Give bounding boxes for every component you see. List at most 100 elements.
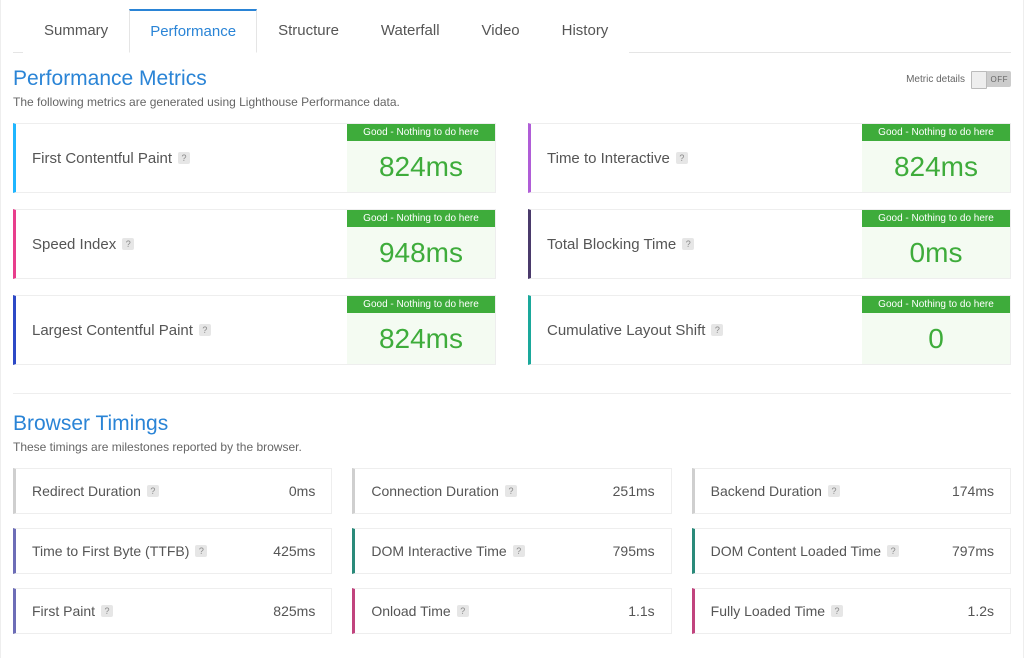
help-icon[interactable]: ? <box>505 485 517 497</box>
timing-label: Backend Duration <box>711 483 822 499</box>
perf-metric-value-box: Good - Nothing to do here 0ms <box>862 210 1010 278</box>
help-icon[interactable]: ? <box>122 238 134 250</box>
perf-metric-value: 948ms <box>347 227 495 278</box>
perf-metric-status: Good - Nothing to do here <box>862 124 1010 141</box>
tab-performance[interactable]: Performance <box>129 9 257 53</box>
timing-label-wrap: Time to First Byte (TTFB) ? <box>32 543 207 559</box>
tab-history[interactable]: History <box>541 9 630 53</box>
perf-metric-card: Cumulative Layout Shift ? Good - Nothing… <box>528 295 1011 365</box>
help-icon[interactable]: ? <box>887 545 899 557</box>
timing-label-wrap: Onload Time ? <box>371 603 468 619</box>
perf-metric-status: Good - Nothing to do here <box>862 296 1010 313</box>
timing-value: 0ms <box>289 483 315 499</box>
help-icon[interactable]: ? <box>828 485 840 497</box>
timing-value: 174ms <box>952 483 994 499</box>
timing-label-wrap: Fully Loaded Time ? <box>711 603 843 619</box>
timing-label: Onload Time <box>371 603 450 619</box>
timings-section-title: Browser Timings <box>13 412 1011 436</box>
help-icon[interactable]: ? <box>195 545 207 557</box>
perf-metric-label-wrap: Total Blocking Time ? <box>531 210 862 278</box>
help-icon[interactable]: ? <box>101 605 113 617</box>
timing-label: First Paint <box>32 603 95 619</box>
timing-card: Time to First Byte (TTFB) ? 425ms <box>13 528 332 574</box>
perf-metric-label-wrap: Cumulative Layout Shift ? <box>531 296 862 364</box>
perf-metric-value-box: Good - Nothing to do here 824ms <box>347 296 495 364</box>
perf-metric-status: Good - Nothing to do here <box>862 210 1010 227</box>
timings-grid: Redirect Duration ? 0ms Connection Durat… <box>13 468 1011 634</box>
timing-card: DOM Content Loaded Time ? 797ms <box>692 528 1011 574</box>
timing-card: Redirect Duration ? 0ms <box>13 468 332 514</box>
help-icon[interactable]: ? <box>178 152 190 164</box>
timing-label: Connection Duration <box>371 483 499 499</box>
metric-details-toggle-label: Metric details <box>906 74 965 85</box>
help-icon[interactable]: ? <box>513 545 525 557</box>
perf-metric-card: Largest Contentful Paint ? Good - Nothin… <box>13 295 496 365</box>
timing-card: Fully Loaded Time ? 1.2s <box>692 588 1011 634</box>
perf-metric-card: Time to Interactive ? Good - Nothing to … <box>528 123 1011 193</box>
tab-bar: Summary Performance Structure Waterfall … <box>13 8 1011 53</box>
perf-metric-label: First Contentful Paint <box>32 150 172 167</box>
timing-card: Onload Time ? 1.1s <box>352 588 671 634</box>
timing-label-wrap: Backend Duration ? <box>711 483 840 499</box>
timing-label: DOM Interactive Time <box>371 543 506 559</box>
timing-label-wrap: Redirect Duration ? <box>32 483 159 499</box>
help-icon[interactable]: ? <box>457 605 469 617</box>
perf-metric-label: Cumulative Layout Shift <box>547 322 705 339</box>
perf-metric-value: 0 <box>862 313 1010 364</box>
timing-value: 1.1s <box>628 603 654 619</box>
timings-section-subtitle: These timings are milestones reported by… <box>13 440 1011 454</box>
perf-metric-card: First Contentful Paint ? Good - Nothing … <box>13 123 496 193</box>
help-icon[interactable]: ? <box>831 605 843 617</box>
metric-details-toggle-wrap: Metric details OFF <box>906 71 1011 87</box>
tab-video[interactable]: Video <box>461 9 541 53</box>
timing-card: DOM Interactive Time ? 795ms <box>352 528 671 574</box>
timing-value: 1.2s <box>968 603 994 619</box>
timing-label: Time to First Byte (TTFB) <box>32 543 189 559</box>
help-icon[interactable]: ? <box>682 238 694 250</box>
timing-card: First Paint ? 825ms <box>13 588 332 634</box>
perf-metric-value-box: Good - Nothing to do here 824ms <box>862 124 1010 192</box>
timing-value: 825ms <box>273 603 315 619</box>
perf-metric-label: Total Blocking Time <box>547 236 676 253</box>
help-icon[interactable]: ? <box>711 324 723 336</box>
timing-label: DOM Content Loaded Time <box>711 543 881 559</box>
perf-metrics-grid: First Contentful Paint ? Good - Nothing … <box>13 123 1011 365</box>
tab-structure[interactable]: Structure <box>257 9 360 53</box>
help-icon[interactable]: ? <box>147 485 159 497</box>
metric-details-toggle[interactable]: OFF <box>971 71 1011 87</box>
timing-label-wrap: Connection Duration ? <box>371 483 517 499</box>
perf-metric-label: Largest Contentful Paint <box>32 322 193 339</box>
timing-label: Fully Loaded Time <box>711 603 825 619</box>
timing-value: 795ms <box>613 543 655 559</box>
perf-metric-label-wrap: Speed Index ? <box>16 210 347 278</box>
tab-summary[interactable]: Summary <box>23 9 129 53</box>
perf-metric-label-wrap: First Contentful Paint ? <box>16 124 347 192</box>
timing-label-wrap: First Paint ? <box>32 603 113 619</box>
perf-metric-card: Speed Index ? Good - Nothing to do here … <box>13 209 496 279</box>
perf-metric-value: 824ms <box>347 141 495 192</box>
perf-metric-value: 824ms <box>862 141 1010 192</box>
perf-metric-value-box: Good - Nothing to do here 824ms <box>347 124 495 192</box>
tab-waterfall[interactable]: Waterfall <box>360 9 461 53</box>
help-icon[interactable]: ? <box>676 152 688 164</box>
perf-metric-card: Total Blocking Time ? Good - Nothing to … <box>528 209 1011 279</box>
perf-metric-status: Good - Nothing to do here <box>347 210 495 227</box>
perf-metric-status: Good - Nothing to do here <box>347 296 495 313</box>
perf-metric-value: 824ms <box>347 313 495 364</box>
perf-metric-label-wrap: Time to Interactive ? <box>531 124 862 192</box>
perf-metric-label: Time to Interactive <box>547 150 670 167</box>
timing-label-wrap: DOM Content Loaded Time ? <box>711 543 899 559</box>
perf-metric-value: 0ms <box>862 227 1010 278</box>
timing-card: Connection Duration ? 251ms <box>352 468 671 514</box>
perf-metric-status: Good - Nothing to do here <box>347 124 495 141</box>
timing-value: 251ms <box>613 483 655 499</box>
timing-label: Redirect Duration <box>32 483 141 499</box>
timing-value: 797ms <box>952 543 994 559</box>
perf-metric-value-box: Good - Nothing to do here 948ms <box>347 210 495 278</box>
timing-label-wrap: DOM Interactive Time ? <box>371 543 524 559</box>
help-icon[interactable]: ? <box>199 324 211 336</box>
timing-value: 425ms <box>273 543 315 559</box>
section-divider <box>13 393 1011 394</box>
perf-metric-label-wrap: Largest Contentful Paint ? <box>16 296 347 364</box>
perf-metric-label: Speed Index <box>32 236 116 253</box>
